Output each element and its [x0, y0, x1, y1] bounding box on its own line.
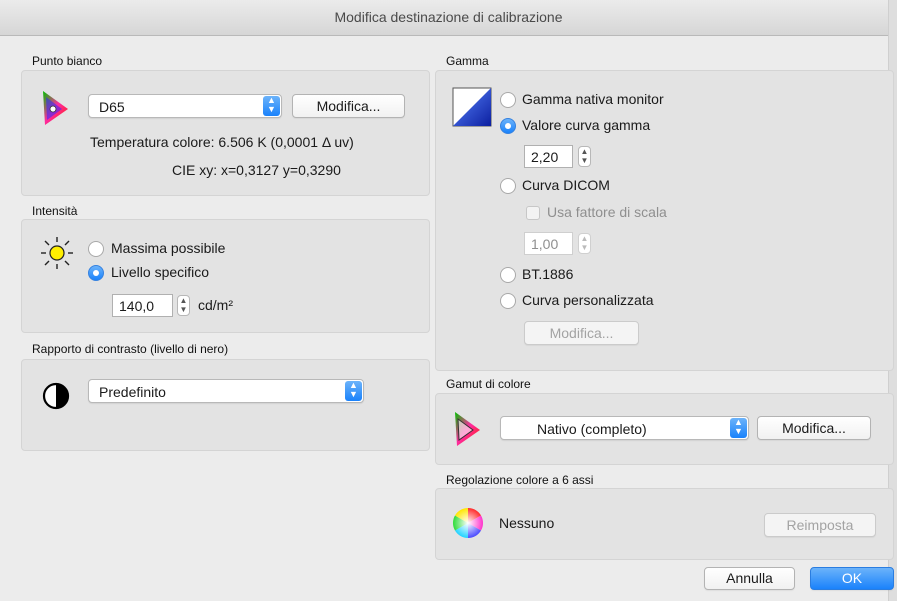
white-point-edit-button[interactable]: Modifica...: [292, 94, 405, 118]
gamma-bt1886-label: BT.1886: [522, 266, 574, 282]
cie-xy-text: CIE xy: x=0,3127 y=0,3290: [172, 162, 341, 178]
white-point-group: D65 ▲ ▼ Modifica... Temperatura colore: 6…: [21, 70, 430, 196]
scale-factor-stepper[interactable]: ▲ ▼: [578, 233, 591, 254]
window-title: Modifica destinazione di calibrazione: [334, 9, 563, 25]
gamut-edit-button[interactable]: Modifica...: [757, 416, 871, 440]
intensity-label: Intensità: [32, 204, 78, 218]
gamut-triangle-icon: [455, 412, 480, 446]
intensity-specific-radio[interactable]: [88, 265, 104, 281]
contrast-value: Predefinito: [99, 384, 166, 400]
gamut-group: Nativo (completo) ▲ ▼ Modifica...: [435, 393, 894, 465]
six-axis-value: Nessuno: [499, 515, 555, 531]
scale-factor-label: Usa fattore di scala: [547, 204, 667, 220]
gamut-select[interactable]: Nativo (completo) ▲ ▼: [500, 416, 749, 440]
gamma-edit-button[interactable]: Modifica...: [524, 321, 639, 345]
cancel-button[interactable]: Annulla: [704, 567, 795, 590]
color-temperature-text: Temperatura colore: 6.506 K (0,0001 Δ uv…: [90, 134, 354, 150]
chevron-updown-icon: ▲ ▼: [730, 418, 747, 438]
gamma-dicom-radio[interactable]: [500, 178, 516, 194]
intensity-max-radio[interactable]: [88, 241, 104, 257]
gamma-custom-radio[interactable]: [500, 293, 516, 309]
color-wheel-icon: [452, 508, 484, 538]
gamut-label: Gamut di colore: [446, 377, 531, 391]
white-point-value: D65: [99, 99, 125, 115]
contrast-label: Rapporto di contrasto (livello di nero): [32, 342, 229, 356]
gamma-curve-label: Valore curva gamma: [522, 117, 651, 133]
intensity-unit: cd/m²: [198, 297, 233, 313]
gamut-value: Nativo (completo): [537, 421, 647, 437]
intensity-max-label: Massima possibile: [111, 240, 226, 256]
intensity-specific-label: Livello specifico: [111, 264, 210, 280]
gamma-curve-field[interactable]: 2,20: [524, 145, 573, 168]
six-axis-label: Regolazione colore a 6 assi: [446, 473, 594, 487]
contrast-group: Predefinito ▲ ▼: [21, 359, 430, 451]
sun-icon: [41, 237, 73, 269]
gamma-dicom-label: Curva DICOM: [522, 177, 610, 193]
intensity-stepper[interactable]: ▲ ▼: [177, 295, 190, 316]
gamma-native-label: Gamma nativa monitor: [522, 91, 664, 107]
gamma-native-radio[interactable]: [500, 92, 516, 108]
white-point-select[interactable]: D65 ▲ ▼: [88, 94, 282, 118]
intensity-value-field[interactable]: 140,0: [112, 294, 173, 317]
contrast-icon: [42, 382, 70, 410]
chevron-updown-icon: ▲ ▼: [263, 96, 280, 116]
gamma-label: Gamma: [446, 54, 489, 68]
gamma-curve-stepper[interactable]: ▲ ▼: [578, 146, 591, 167]
contrast-select[interactable]: Predefinito ▲ ▼: [88, 379, 364, 403]
gamma-bt1886-radio[interactable]: [500, 267, 516, 283]
gamma-group: Gamma nativa monitor Valore curva gamma …: [435, 70, 894, 371]
color-triangle-icon: [43, 91, 68, 125]
six-axis-reset-button[interactable]: Reimposta: [764, 513, 876, 537]
scale-factor-field[interactable]: 1,00: [524, 232, 573, 255]
white-point-label: Punto bianco: [32, 54, 103, 68]
gamma-curve-radio[interactable]: [500, 118, 516, 134]
title-bar: Modifica destinazione di calibrazione: [0, 0, 897, 36]
intensity-group: Massima possibile Livello specifico 140,…: [21, 219, 430, 333]
gamma-curve-icon: [452, 87, 492, 127]
ok-button[interactable]: OK: [810, 567, 894, 590]
chevron-updown-icon: ▲ ▼: [345, 381, 362, 401]
gamma-custom-label: Curva personalizzata: [522, 292, 654, 308]
six-axis-group: Nessuno Reimposta: [435, 488, 894, 560]
scale-factor-checkbox[interactable]: [526, 206, 540, 220]
